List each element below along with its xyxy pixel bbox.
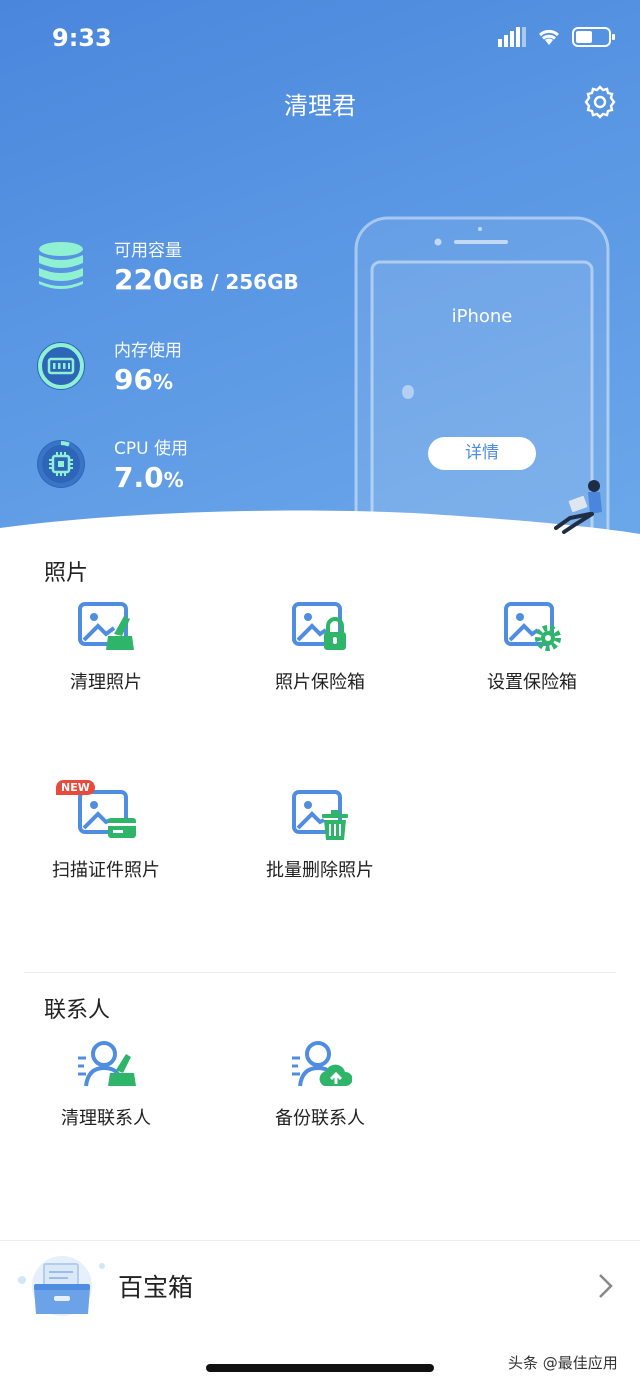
battery-icon [572,27,615,47]
memory-unit: % [152,370,174,394]
tile-clean-photos-label: 清理照片 [70,672,142,693]
tile-clean-contacts-label: 清理联系人 [61,1108,151,1129]
photos-section-title: 照片 [44,561,89,586]
memory-icon [37,342,85,390]
tile-scan-id-photos-label: 扫描证件照片 [52,860,160,881]
contact-backup-icon [292,1041,353,1087]
cpu-label: CPU 使用 [114,439,188,459]
person-laptop-illustration [554,480,602,534]
new-badge: NEW [56,780,95,795]
storage-unit: GB / 256GB [172,270,299,294]
photo-clean-icon [78,602,134,650]
signal-icon [498,27,526,47]
cpu-unit: % [163,468,184,492]
tile-backup-contacts[interactable]: 备份联系人 [220,1038,420,1130]
status-icons [498,26,616,48]
contact-clean-icon [78,1041,136,1087]
tile-vault-settings[interactable]: 设置保险箱 [432,602,632,694]
photo-settings-icon [504,602,561,651]
tile-scan-id-photos[interactable]: NEW 扫描证件照片 [6,780,206,882]
settings-gear-icon[interactable] [582,84,618,120]
home-indicator[interactable] [206,1364,434,1372]
cpu-value: 7.0 [114,461,164,494]
storage-stat: 可用容量 220GB / 256GB [34,236,299,296]
chevron-right-icon[interactable] [596,1272,616,1300]
tile-photo-vault[interactable]: 照片保险箱 [220,602,420,694]
photo-trash-icon [292,790,348,840]
tile-batch-delete-photos[interactable]: 批量删除照片 [220,790,420,882]
memory-stat: 内存使用 96% [34,336,182,396]
toolbox-icon [18,1256,105,1316]
tile-clean-photos[interactable]: 清理照片 [6,602,206,694]
toolbox-label: 百宝箱 [118,1273,194,1302]
detail-button[interactable]: 详情 [428,437,536,470]
tile-clean-contacts[interactable]: 清理联系人 [6,1038,206,1130]
device-name: iPhone [451,306,513,327]
memory-value: 96 [114,363,153,396]
contacts-section-title: 联系人 [44,998,111,1023]
wifi-icon [538,29,560,45]
tile-batch-delete-photos-label: 批量删除照片 [266,860,374,881]
storage-value: 220 [114,263,173,296]
status-time: 9:33 [52,24,112,52]
database-icon [39,242,83,289]
memory-label: 内存使用 [114,341,182,361]
tile-photo-vault-label: 照片保险箱 [275,672,365,693]
storage-label: 可用容量 [114,241,182,261]
photo-id-card-icon [78,790,136,838]
app-title: 清理君 [284,92,356,120]
cpu-stat: CPU 使用 7.0% [34,434,188,494]
tile-vault-settings-label: 设置保险箱 [487,672,577,693]
tile-backup-contacts-label: 备份联系人 [275,1108,365,1129]
watermark-text: 头条 @最佳应用 [508,1354,618,1372]
cpu-icon [37,440,85,488]
photo-lock-icon [292,602,346,650]
section-divider [24,972,616,973]
